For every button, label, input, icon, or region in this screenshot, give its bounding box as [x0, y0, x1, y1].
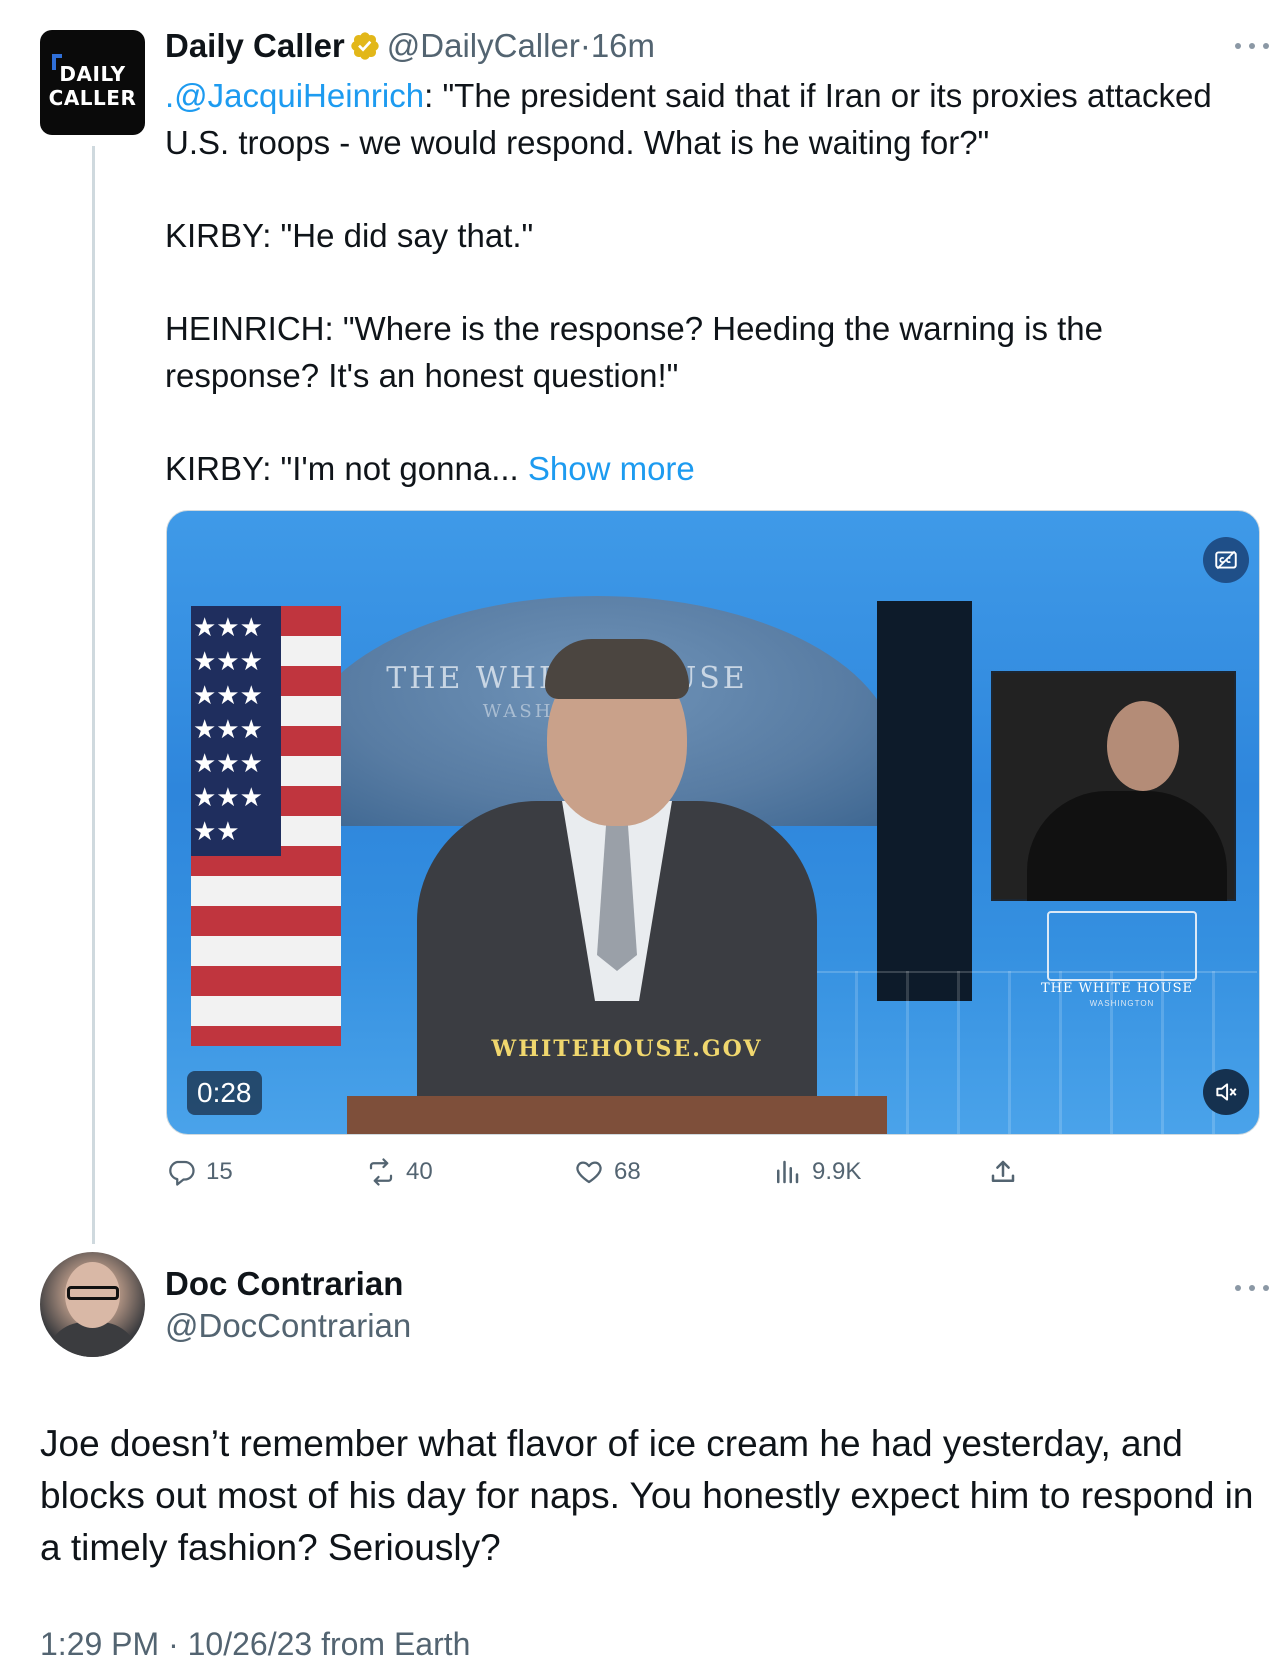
repost-button[interactable]: 40	[366, 1152, 433, 1192]
white-house-logo-graphic	[1047, 911, 1197, 981]
tweet-paragraph-2: KIRBY: "He did say that."	[165, 217, 534, 254]
view-count: 9.9K	[812, 1158, 862, 1185]
tweet-paragraph-1: .@JacquiHeinrich: "The president said th…	[165, 72, 1265, 166]
like-button[interactable]: 68	[574, 1152, 641, 1192]
closed-captions-icon	[1215, 550, 1237, 570]
views-chart-icon	[777, 1160, 799, 1184]
mute-toggle-button[interactable]	[1203, 1069, 1249, 1115]
tweet-line-4: KIRBY: "I'm not gonna...	[165, 450, 528, 487]
share-button[interactable]	[988, 1152, 1028, 1192]
tweet-header: Daily Caller @DailyCaller·16m	[165, 26, 655, 66]
reply-timestamp[interactable]: 1:29 PM · 10/26/23 from Earth	[40, 1624, 470, 1664]
doc-contrarian-avatar[interactable]	[40, 1252, 145, 1357]
flag-canton: ★★★ ★★★ ★★★ ★★★ ★★★ ★★★ ★★	[191, 606, 281, 856]
reply-count: 15	[206, 1158, 233, 1185]
interpreter-head	[1107, 701, 1179, 791]
white-house-logo-text: THE WHITE HOUSE	[1040, 981, 1194, 996]
white-house-logo-subtext: WASHINGTON	[1089, 999, 1155, 1008]
views-button[interactable]: 9.9K	[772, 1152, 861, 1192]
heart-icon	[576, 1161, 602, 1184]
show-more-link[interactable]: Show more	[528, 450, 695, 487]
reply-author-handle[interactable]: @DocContrarian	[165, 1306, 411, 1346]
like-count: 68	[614, 1158, 641, 1185]
video-duration: 0:28	[187, 1071, 262, 1115]
tweet-text: .@JacquiHeinrich: "The president said th…	[165, 72, 1265, 492]
closed-captions-button[interactable]	[1203, 537, 1249, 583]
separator-dot: ·	[579, 27, 591, 64]
reply-more-options-icon[interactable]	[1232, 1282, 1272, 1294]
podium	[347, 1096, 887, 1134]
repost-icon	[369, 1158, 393, 1186]
daily-caller-avatar[interactable]: DAILY CALLER	[40, 30, 145, 135]
author-name[interactable]: Daily Caller	[165, 27, 345, 64]
reply-button[interactable]: 15	[166, 1152, 233, 1192]
repost-count: 40	[406, 1158, 433, 1185]
avatar-logo-line-1: DAILY	[59, 62, 126, 86]
author-handle[interactable]: @DailyCaller	[387, 27, 580, 64]
tweet-paragraph-4: KIRBY: "I'm not gonna... Show more	[165, 445, 1265, 492]
share-icon	[991, 1160, 1015, 1182]
reply-author-name[interactable]: Doc Contrarian	[165, 1264, 403, 1304]
thread-connector-line	[92, 146, 95, 1244]
avatar-glasses	[67, 1286, 119, 1300]
verified-badge-icon	[351, 32, 379, 60]
speaker-muted-icon	[1216, 1083, 1237, 1101]
dark-screen-panel	[877, 601, 972, 1001]
tweet-timestamp[interactable]: 16m	[591, 27, 655, 64]
mention-link[interactable]: .@JacquiHeinrich	[165, 77, 424, 114]
tweet-paragraph-3: HEINRICH: "Where is the response? Heedin…	[165, 310, 1103, 394]
more-options-icon[interactable]	[1232, 40, 1272, 52]
website-caption: WHITEHOUSE.GOV	[491, 1036, 763, 1062]
video-player[interactable]: THE WHITE HOUSE WASHINGTON ★★★ ★★★ ★★★ ★…	[166, 510, 1260, 1135]
avatar-logo-line-2: CALLER	[48, 86, 137, 110]
speaker-hair	[545, 639, 689, 699]
reply-icon	[169, 1160, 195, 1186]
reply-text: Joe doesn’t remember what flavor of ice …	[40, 1423, 1254, 1568]
